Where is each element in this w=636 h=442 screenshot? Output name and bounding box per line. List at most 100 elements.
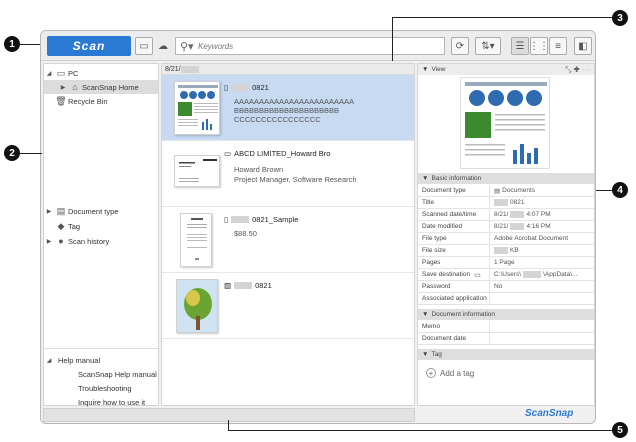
item-text-line: BBBBBBBBBBBBBBBBBBBBB — [234, 106, 340, 115]
prop-value: 8/21/4:07 PM — [494, 211, 551, 218]
view-section-header[interactable]: ▼ View ⤡ ✚ ⋯ — [418, 64, 594, 75]
collapse-icon[interactable]: ◢ — [44, 357, 54, 364]
tag-section-header[interactable]: ▼ Tag — [418, 349, 594, 360]
document-icon: ▯ — [224, 83, 229, 92]
callout-line — [392, 17, 612, 18]
callout-line — [596, 190, 612, 191]
tree-item-tag[interactable]: ◆ Tag — [44, 219, 81, 233]
help-link-manual[interactable]: ScanSnap Help manual — [78, 367, 157, 381]
document-icon: ▤ — [56, 205, 66, 216]
item-title: ABCD LIMITED_Howard Bro — [234, 149, 331, 158]
prop-value[interactable]: 0821 — [490, 199, 594, 206]
item-text-line: $88.50 — [234, 229, 257, 238]
scan-button[interactable]: Scan — [47, 36, 131, 56]
tree-label: Tag — [68, 221, 81, 231]
callout-1: 1 — [4, 36, 20, 52]
prop-key: Associated application — [418, 293, 490, 304]
help-link-troubleshooting[interactable]: Troubleshooting — [78, 381, 132, 395]
list-view-icon[interactable]: ☰ — [511, 37, 529, 55]
help-link-inquire[interactable]: Inquire how to use it — [78, 395, 145, 409]
prop-key: Scanned date/time — [418, 209, 490, 220]
callout-line — [20, 44, 40, 45]
prop-key: Document date — [418, 333, 490, 344]
tree-item-document-type[interactable]: ▶ ▤ Document type — [44, 204, 119, 218]
document-thumbnail — [174, 81, 220, 135]
tree-label: Recycle Bin — [68, 96, 108, 106]
search-icon[interactable]: ⚲▾ — [180, 40, 198, 53]
callout-4: 4 — [612, 182, 628, 198]
sort-icon[interactable]: ⇅▾ — [475, 37, 501, 55]
scansnap-home-window: Scan ▭ ☁ ⚲▾ ⟳ ⇅▾ ☰ ⋮⋮ ≡ ◧ ◢▭PC ▶⌂ScanSna… — [40, 30, 596, 424]
item-title-row: ▨ 0821 — [224, 281, 272, 290]
monitor-icon: ▭ — [56, 67, 66, 78]
tree-item-scan-history[interactable]: ▶ ● Scan history — [44, 234, 110, 248]
prop-row-title[interactable]: Title 0821 — [418, 197, 594, 209]
section-title: View — [431, 66, 446, 73]
expand-icon[interactable]: ▶ — [44, 208, 54, 215]
prop-row-memo[interactable]: Memo — [418, 321, 594, 333]
section-title: Document information — [431, 311, 496, 318]
toolbar: Scan ▭ ☁ ⚲▾ ⟳ ⇅▾ ☰ ⋮⋮ ≡ ◧ — [41, 31, 595, 61]
tree-item-pc[interactable]: ◢ ▭ PC — [44, 66, 79, 80]
prop-row-document-date[interactable]: Document date — [418, 333, 594, 345]
date-text: 8/21/ — [165, 65, 181, 73]
receipt-thumbnail — [180, 213, 212, 267]
search-input[interactable] — [198, 41, 428, 51]
prop-row-password: Password No — [418, 281, 594, 293]
prop-row-save-destination[interactable]: Save destination ▭ C:\Users\ \AppData\... — [418, 269, 594, 281]
prop-key: Title — [418, 197, 490, 208]
prop-row-associated-app: Associated application — [418, 293, 594, 305]
callout-line — [228, 430, 612, 431]
business-card-thumbnail — [174, 155, 220, 187]
basic-info-header[interactable]: ▼ Basic information — [418, 173, 594, 184]
search-box[interactable]: ⚲▾ — [175, 37, 445, 55]
prop-value: 1 Page — [494, 259, 515, 266]
section-title: Basic information — [431, 175, 482, 182]
add-tag-label: Add a tag — [440, 368, 475, 378]
collapse-icon[interactable]: ◢ — [44, 70, 54, 77]
document-icon: ▤ — [494, 187, 501, 195]
view-tools[interactable]: ⤡ ✚ ⋯ — [565, 65, 590, 75]
receipt-icon: ▯ — [224, 215, 229, 224]
prop-row-file-size: File size KB — [418, 245, 594, 257]
list-item[interactable]: ▯ 0821_Sample $88.50 — [162, 207, 414, 273]
expand-icon[interactable]: ▶ — [44, 238, 54, 245]
list-item[interactable]: ▯ 0821 AAAAAAAAAAAAAAAAAAAAAAAA BBBBBBBBB… — [162, 75, 414, 141]
item-title-row: ▯ 0821 — [224, 83, 269, 92]
tree-label: Document type — [68, 206, 119, 216]
panel-icon[interactable]: ◧ — [574, 37, 592, 55]
refresh-icon[interactable]: ⟳ — [451, 37, 469, 55]
tag-icon: ◆ — [57, 220, 65, 231]
prop-value: Adobe Acrobat Document — [494, 235, 569, 242]
clock-icon: ● — [58, 236, 64, 246]
folder-icon[interactable]: ▭ — [474, 271, 481, 279]
item-title-row: ▭ ABCD LIMITED_Howard Bro — [224, 149, 330, 158]
item-text-line: CCCCCCCCCCCCCCCC — [234, 115, 321, 124]
item-text-line: Project Manager, Software Research — [234, 175, 357, 184]
cloud-icon[interactable]: ☁ — [154, 37, 172, 55]
detail-view-icon[interactable]: ≡ — [549, 37, 567, 55]
item-title: 0821 — [255, 281, 272, 290]
callout-2: 2 — [4, 145, 20, 161]
help-manual-toggle[interactable]: ◢ Help manual — [44, 353, 100, 367]
business-card-icon: ▭ — [224, 149, 232, 158]
plus-icon: + — [426, 368, 436, 378]
document-preview — [460, 77, 550, 169]
grid-view-icon[interactable]: ⋮⋮ — [529, 37, 549, 55]
list-item[interactable]: ▨ 0821 — [162, 273, 414, 339]
prop-value: No — [494, 283, 503, 290]
display-icon[interactable]: ▭ — [135, 37, 153, 55]
list-item[interactable]: ▭ ABCD LIMITED_Howard Bro Howard Brown Pr… — [162, 141, 414, 207]
prop-row-file-type: File type Adobe Acrobat Document — [418, 233, 594, 245]
folder-tree: ◢ ▭ PC ▶ ⌂ ScanSnap Home 🗑 Recycle Bin ▶ ▤ Docu… — [43, 63, 159, 409]
item-title: 0821 — [252, 83, 269, 92]
add-tag-button[interactable]: + Add a tag — [426, 368, 474, 378]
callout-line — [392, 17, 393, 61]
expand-icon[interactable]: ▶ — [58, 84, 68, 91]
tree-item-scansnap-home[interactable]: ▶ ⌂ ScanSnap Home — [44, 80, 158, 94]
document-info-header[interactable]: ▼ Document information — [418, 309, 594, 320]
prop-row-scanned: Scanned date/time 8/21/4:07 PM — [418, 209, 594, 221]
trash-icon: 🗑 — [55, 95, 67, 106]
tree-item-recycle-bin[interactable]: 🗑 Recycle Bin — [44, 94, 108, 108]
callout-5: 5 — [612, 422, 628, 438]
